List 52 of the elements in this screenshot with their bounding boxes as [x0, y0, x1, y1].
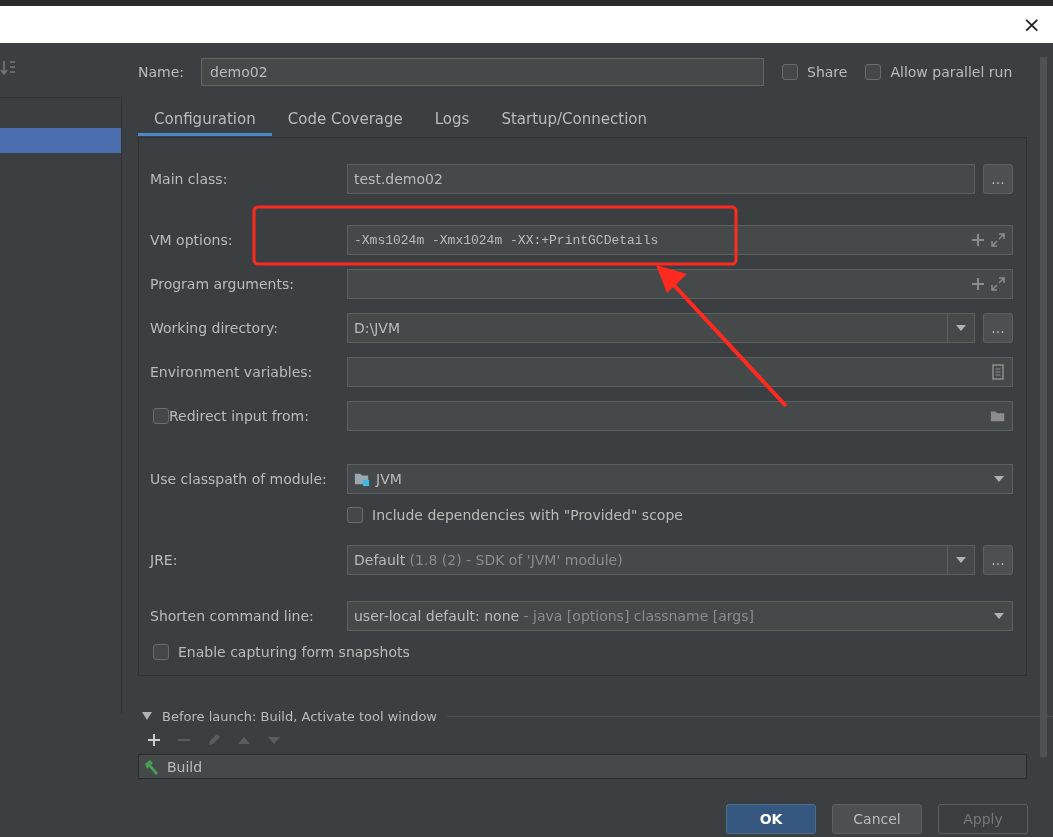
- checkbox[interactable]: [153, 408, 169, 424]
- input-field[interactable]: [347, 401, 1013, 431]
- expand-icon[interactable]: [990, 276, 1006, 292]
- close-button[interactable]: ×: [1022, 13, 1053, 36]
- tab[interactable]: Configuration: [138, 104, 272, 136]
- dropdown-field[interactable]: D:\JVM: [347, 313, 975, 343]
- checkbox[interactable]: [782, 64, 799, 80]
- dialog-button[interactable]: Cancel: [832, 804, 922, 834]
- checkbox-label: Enable capturing form snapshots: [178, 644, 410, 660]
- field-label: JRE:: [150, 552, 179, 568]
- plus-icon[interactable]: [970, 232, 986, 248]
- browse-button[interactable]: ...: [983, 545, 1013, 575]
- plus-icon[interactable]: [970, 276, 986, 292]
- task-item[interactable]: Build: [139, 757, 203, 776]
- section-title: Before launch: Build, Activate tool window: [162, 708, 437, 724]
- input-field[interactable]: -Xms1024m -Xmx1024m -XX:+PrintGCDetails: [347, 225, 1013, 255]
- dialog-button[interactable]: OK: [726, 804, 816, 834]
- dropdown-field[interactable]: JVM: [347, 464, 1013, 494]
- checkbox[interactable]: [347, 507, 363, 523]
- name-field[interactable]: demo02: [201, 58, 765, 86]
- browse-button[interactable]: ...: [983, 164, 1013, 194]
- field-label: Working directory:: [150, 320, 279, 336]
- input-field[interactable]: [347, 269, 1013, 299]
- add-icon[interactable]: [146, 732, 162, 748]
- collapse-triangle-icon[interactable]: [142, 712, 152, 720]
- dropdown-field[interactable]: Default (1.8 (2) - SDK of 'JVM' module): [347, 545, 975, 575]
- document-icon[interactable]: [990, 364, 1006, 380]
- tab[interactable]: Startup/Connection: [485, 104, 663, 136]
- name-label: Name:: [138, 64, 185, 80]
- checkbox-label: Include dependencies with "Provided" scope: [372, 507, 683, 523]
- sort-icon[interactable]: [0, 59, 18, 77]
- module-icon[interactable]: [354, 471, 370, 487]
- tab[interactable]: Code Coverage: [271, 104, 419, 136]
- field-label: Shorten command line:: [150, 608, 315, 624]
- browse-button[interactable]: ...: [983, 313, 1013, 343]
- checkbox-label: Redirect input from:: [169, 408, 309, 424]
- hammer-icon: [143, 757, 161, 776]
- expand-icon[interactable]: [990, 232, 1006, 248]
- checkbox-label: Share: [807, 64, 848, 80]
- field-label: Program arguments:: [150, 276, 295, 292]
- field-label: VM options:: [150, 232, 234, 248]
- checkbox[interactable]: [153, 644, 169, 660]
- input-field[interactable]: [347, 357, 1013, 387]
- tab[interactable]: Logs: [418, 104, 486, 136]
- field-label: Main class:: [150, 171, 229, 187]
- dropdown-field[interactable]: user-local default: none - java [options] classname [args]: [347, 601, 1013, 631]
- checkbox[interactable]: [865, 64, 882, 80]
- field-label: Environment variables:: [150, 364, 314, 380]
- checkbox-label: Allow parallel run: [890, 64, 1013, 80]
- input-field[interactable]: test.demo02: [347, 164, 975, 194]
- pencil-icon[interactable]: [206, 732, 222, 748]
- field-label: Use classpath of module:: [150, 471, 328, 487]
